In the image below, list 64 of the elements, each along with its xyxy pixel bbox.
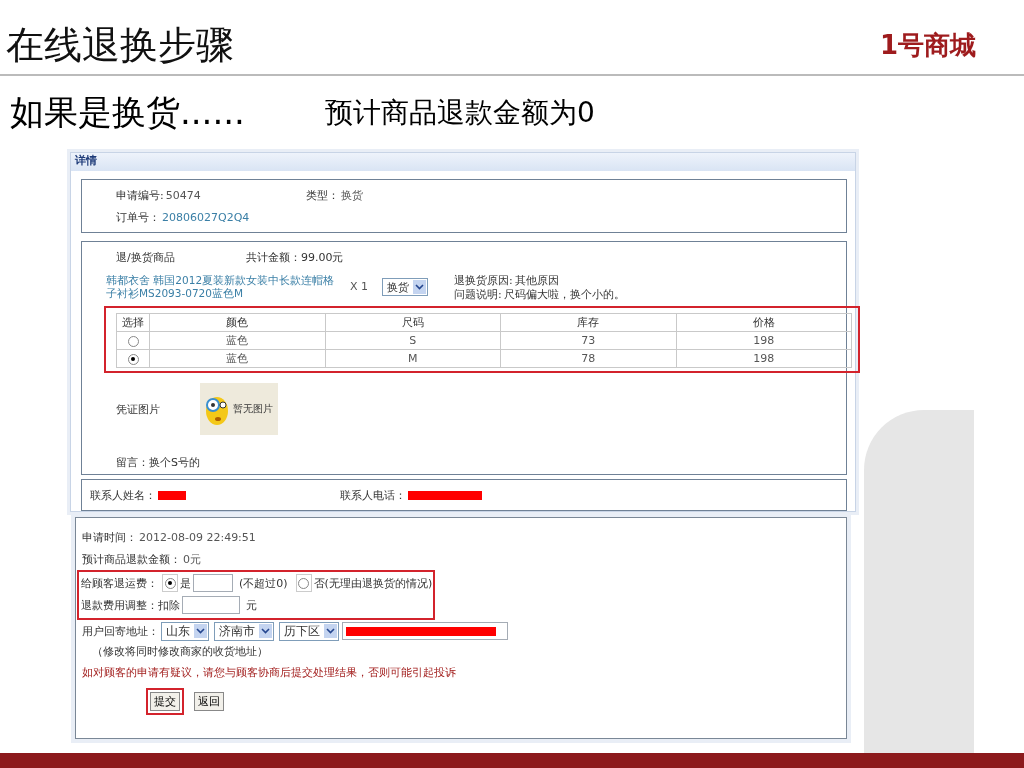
column-header: 选择: [116, 313, 150, 332]
field-label: 订单号：: [116, 209, 160, 225]
field-label: 凭证图片: [116, 401, 161, 417]
slide-note: 预计商品退款金额为0: [325, 95, 595, 131]
option-label: 否(无理由退换货的情况): [313, 575, 433, 591]
table-cell: 73: [500, 331, 676, 350]
field-label: 申请时间：: [82, 529, 137, 545]
region-select[interactable]: 山东: [161, 621, 209, 641]
table-cell: 蓝色: [149, 331, 325, 350]
table-cell: S: [325, 331, 501, 350]
placeholder-text: 暂无图片: [233, 402, 273, 416]
form-button[interactable]: 返回: [194, 692, 224, 711]
redaction-bar: [158, 490, 186, 500]
warning-text: 如对顾客的申请有疑议，请您与顾客协商后提交处理结果，否则可能引起投诉: [82, 665, 457, 680]
field-label: 类型：: [306, 187, 339, 203]
quantity: X 1: [350, 280, 369, 293]
message-text: 留言：换个S号的: [116, 455, 201, 470]
field-label: 用户回寄地址：: [82, 623, 159, 639]
unit-label: 元: [246, 597, 257, 613]
form-button[interactable]: 提交: [150, 692, 180, 711]
amount-field[interactable]: [193, 574, 233, 592]
radio-button[interactable]: [127, 335, 139, 347]
field-label: 退/换货商品: [116, 249, 176, 265]
field-label: 问题说明:: [454, 288, 502, 302]
radio-button[interactable]: [164, 577, 176, 589]
address-field[interactable]: [342, 622, 508, 640]
column-header: 价格: [676, 313, 852, 332]
field-value: 其他原因: [514, 274, 559, 288]
field-value: 0元: [183, 551, 201, 567]
deduction-field[interactable]: [182, 596, 240, 614]
table-cell: 198: [676, 349, 852, 368]
action-select[interactable]: 换货: [382, 278, 429, 296]
region-select[interactable]: 济南市: [214, 621, 274, 641]
logo: 1号商城: [879, 28, 976, 62]
table-cell: M: [325, 349, 501, 368]
field-value: 换货: [341, 187, 363, 203]
panel-title: 详情: [71, 153, 855, 171]
field-value: 尺码偏大啦，换个小的。: [503, 288, 625, 302]
column-header: 尺码: [325, 313, 501, 332]
total-amount: 共计金额：99.00元: [246, 249, 344, 265]
table-cell: 78: [500, 349, 676, 368]
table-cell: 198: [676, 331, 852, 350]
column-header: 颜色: [149, 313, 325, 332]
slide-title: 在线退换步骤: [6, 21, 234, 69]
product-link[interactable]: 韩都衣舍 韩国2012夏装新款女装中长款连帽格子衬衫MS2093-0720蓝色M: [106, 274, 338, 300]
column-header: 库存: [500, 313, 676, 332]
option-label: 是: [180, 575, 191, 591]
table-cell: 蓝色: [149, 349, 325, 368]
address-note: （修改将同时修改商家的收货地址）: [92, 644, 269, 659]
field-value: 20806027Q2Q4: [162, 210, 250, 224]
field-label: 预计商品退款金额：: [82, 551, 181, 567]
field-label: 联系人电话：: [340, 487, 406, 503]
field-value: 2012-08-09 22:49:51: [139, 530, 256, 544]
field-label: 退换货原因:: [454, 274, 513, 288]
hint-text: (不超过0): [239, 575, 288, 591]
region-select[interactable]: 历下区: [279, 621, 339, 641]
slide-subtitle: 如果是换货......: [10, 91, 246, 134]
radio-button[interactable]: [127, 353, 139, 365]
field-label: 给顾客退运费：: [81, 575, 158, 591]
field-label: 申请编号:: [116, 187, 164, 203]
field-label: 联系人姓名：: [90, 487, 156, 503]
field-label: 退款费用调整：扣除: [81, 597, 180, 613]
field-value: 50474: [165, 188, 201, 202]
radio-button[interactable]: [298, 577, 310, 589]
